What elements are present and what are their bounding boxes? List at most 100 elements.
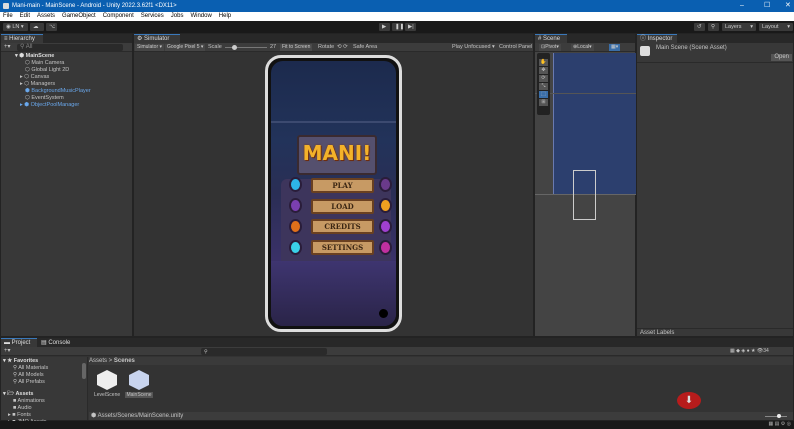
device-dropdown[interactable]: Google Pixel 5 ▾	[165, 44, 206, 51]
tab-simulator[interactable]: ⚙ Simulator	[134, 34, 180, 43]
menu-component[interactable]: Component	[103, 12, 134, 21]
item-label: Canvas	[30, 74, 50, 80]
tree-item[interactable]: ⚲ All Prefabs	[13, 379, 45, 386]
hierarchy-item[interactable]: ⬡ Main Camera	[25, 60, 64, 67]
add-icon[interactable]: +▾	[4, 43, 11, 52]
favorites-folder[interactable]: ▾ ★ Favorites	[3, 358, 38, 365]
tree-scrollbar[interactable]	[82, 363, 86, 379]
load-game-button[interactable]: LOAD	[311, 199, 374, 214]
control-panel-button[interactable]: Control Panel	[499, 43, 532, 52]
close-button[interactable]: ✕	[785, 0, 791, 12]
status-icons[interactable]: ▦ ▤ ⚙ ◎	[769, 421, 791, 427]
account-dropdown[interactable]: ◉ LN ▾	[3, 23, 28, 31]
cloud-icon[interactable]: ☁	[30, 23, 44, 31]
scale-slider[interactable]	[225, 45, 267, 50]
tree-item[interactable]: ■ Audio	[13, 405, 32, 412]
grid-snap-button[interactable]: ▦▾	[609, 44, 621, 51]
tab-project[interactable]: ▬ Project	[1, 338, 37, 347]
pause-button[interactable]: ❚❚	[392, 23, 404, 31]
tools-overlay: ✋ ✥ ⟳ ⤡ ⬚ ⊞	[537, 53, 550, 115]
tree-item[interactable]: ⚲ All Models	[13, 372, 44, 379]
menu-help[interactable]: Help	[219, 12, 231, 21]
game-screen[interactable]: MANI! PLAY LOAD CREDITS SETTINGS	[271, 61, 396, 326]
layout-dropdown[interactable]: Layout ▾	[759, 23, 793, 31]
tab-inspector[interactable]: ⓘ Inspector	[637, 34, 677, 43]
play-game-button[interactable]: PLAY	[311, 178, 374, 193]
play-mode-dropdown[interactable]: Play Unfocused ▾	[452, 43, 495, 52]
menu-window[interactable]: Window	[190, 12, 211, 21]
step-button[interactable]: ▶|	[405, 23, 416, 31]
tree-item[interactable]: ■ Animations	[13, 398, 45, 405]
purple-orb-icon	[289, 198, 302, 213]
layers-label: Layers	[725, 24, 742, 30]
hierarchy-item[interactable]: ⬡ Global Light 2D	[25, 67, 69, 74]
rotate-icons[interactable]: ⟲ ⟳	[337, 43, 348, 52]
menu-jobs[interactable]: Jobs	[171, 12, 184, 21]
asset-tile[interactable]: LevelScene	[94, 370, 120, 398]
local-dropdown[interactable]: ⊕Local▾	[571, 44, 594, 51]
hidden-count: 34	[763, 348, 769, 354]
mode-dropdown[interactable]: Simulator ▾	[135, 44, 165, 51]
menu-gameobject[interactable]: GameObject	[62, 12, 96, 21]
layers-dropdown[interactable]: Layers ▾	[722, 23, 756, 31]
device-label: Google Pixel 5	[167, 44, 200, 50]
menu-file[interactable]: File	[3, 12, 13, 21]
play-button[interactable]: ▶	[379, 23, 390, 31]
rotate-tool-icon[interactable]: ⟳	[539, 75, 548, 82]
hierarchy-item[interactable]: ⬡ EventSystem	[25, 95, 64, 102]
hierarchy-item[interactable]: ⬢ BackgroundMusicPlayer	[25, 88, 91, 95]
hierarchy-tab-label: Hierarchy	[9, 36, 35, 42]
transform-tool-icon[interactable]: ⊞	[539, 99, 548, 106]
tree-item[interactable]: ⚲ All Materials	[13, 365, 48, 372]
history-icon[interactable]: ↺	[694, 23, 705, 31]
search-placeholder: All	[25, 44, 33, 50]
asset-labels-header[interactable]: Asset Labels	[637, 328, 793, 336]
safe-area-toggle[interactable]: Safe Area	[353, 43, 377, 52]
tab-console[interactable]: ▤ Console	[38, 338, 76, 347]
create-icon[interactable]: +▾	[4, 347, 11, 356]
download-badge-icon[interactable]: ⬇	[677, 392, 701, 409]
assets-folder[interactable]: ▾ 🗁 Assets	[3, 391, 33, 398]
scene-root[interactable]: ▾ ⬢ MainScene	[15, 53, 54, 60]
tab-hierarchy[interactable]: ≡ Hierarchy	[1, 34, 43, 43]
unity-logo-icon	[3, 3, 9, 9]
tab-scene[interactable]: # Scene	[535, 34, 567, 43]
menu-services[interactable]: Services	[141, 12, 164, 21]
open-button[interactable]: Open	[771, 54, 792, 61]
settings-game-button[interactable]: SETTINGS	[311, 240, 374, 255]
play-mode-label: Play Unfocused	[452, 44, 491, 50]
breadcrumb-assets[interactable]: Assets	[89, 358, 107, 364]
scale-tool-icon[interactable]: ⤡	[539, 83, 548, 90]
violet-orb-icon	[379, 219, 392, 234]
filter-icons[interactable]: ▦ ◆ ◈ ● ★ 👁34	[730, 347, 769, 356]
search-icon[interactable]: ⚲	[708, 23, 719, 31]
tree-item[interactable]: ▸ ■ Fonts	[8, 412, 31, 419]
title-bar: Mani-main - MainScene - Android - Unity …	[0, 0, 794, 12]
item-label: All Models	[18, 372, 44, 378]
hierarchy-item[interactable]: ▸ ⬡ Canvas	[20, 74, 49, 81]
menu-bar: File Edit Assets GameObject Component Se…	[0, 12, 794, 21]
asset-tile-selected[interactable]: MainScene	[125, 370, 153, 398]
move-tool-icon[interactable]: ✥	[539, 67, 548, 74]
hierarchy-item[interactable]: ▸ ⬢ ObjectPoolManager	[20, 102, 79, 109]
hierarchy-item[interactable]: ▸ ⬡ Managers	[20, 81, 55, 88]
menu-edit[interactable]: Edit	[20, 12, 30, 21]
cyan-orb-icon	[289, 240, 302, 255]
rect-tool-icon[interactable]: ⬚	[539, 91, 548, 98]
menu-assets[interactable]: Assets	[37, 12, 55, 21]
item-label: All Prefabs	[18, 379, 45, 385]
hierarchy-search-input[interactable]: ⚲ All	[17, 44, 123, 51]
credits-game-button[interactable]: CREDITS	[311, 219, 374, 234]
fit-to-screen-button[interactable]: Fit to Screen	[280, 44, 313, 51]
project-tab-label: Project	[11, 340, 31, 346]
breadcrumb-scenes[interactable]: Scenes	[114, 358, 135, 364]
item-label: All Materials	[18, 365, 49, 371]
collab-icon[interactable]: ⌥	[46, 23, 57, 31]
minimize-button[interactable]: –	[740, 0, 744, 12]
icon-size-slider[interactable]	[765, 414, 787, 418]
hand-tool-icon[interactable]: ✋	[539, 59, 548, 66]
maximize-button[interactable]: ☐	[764, 0, 770, 12]
item-label: Managers	[30, 81, 56, 87]
pivot-dropdown[interactable]: ⊡Pivot▾	[539, 44, 561, 51]
project-search-input[interactable]: ⚲	[201, 348, 327, 355]
